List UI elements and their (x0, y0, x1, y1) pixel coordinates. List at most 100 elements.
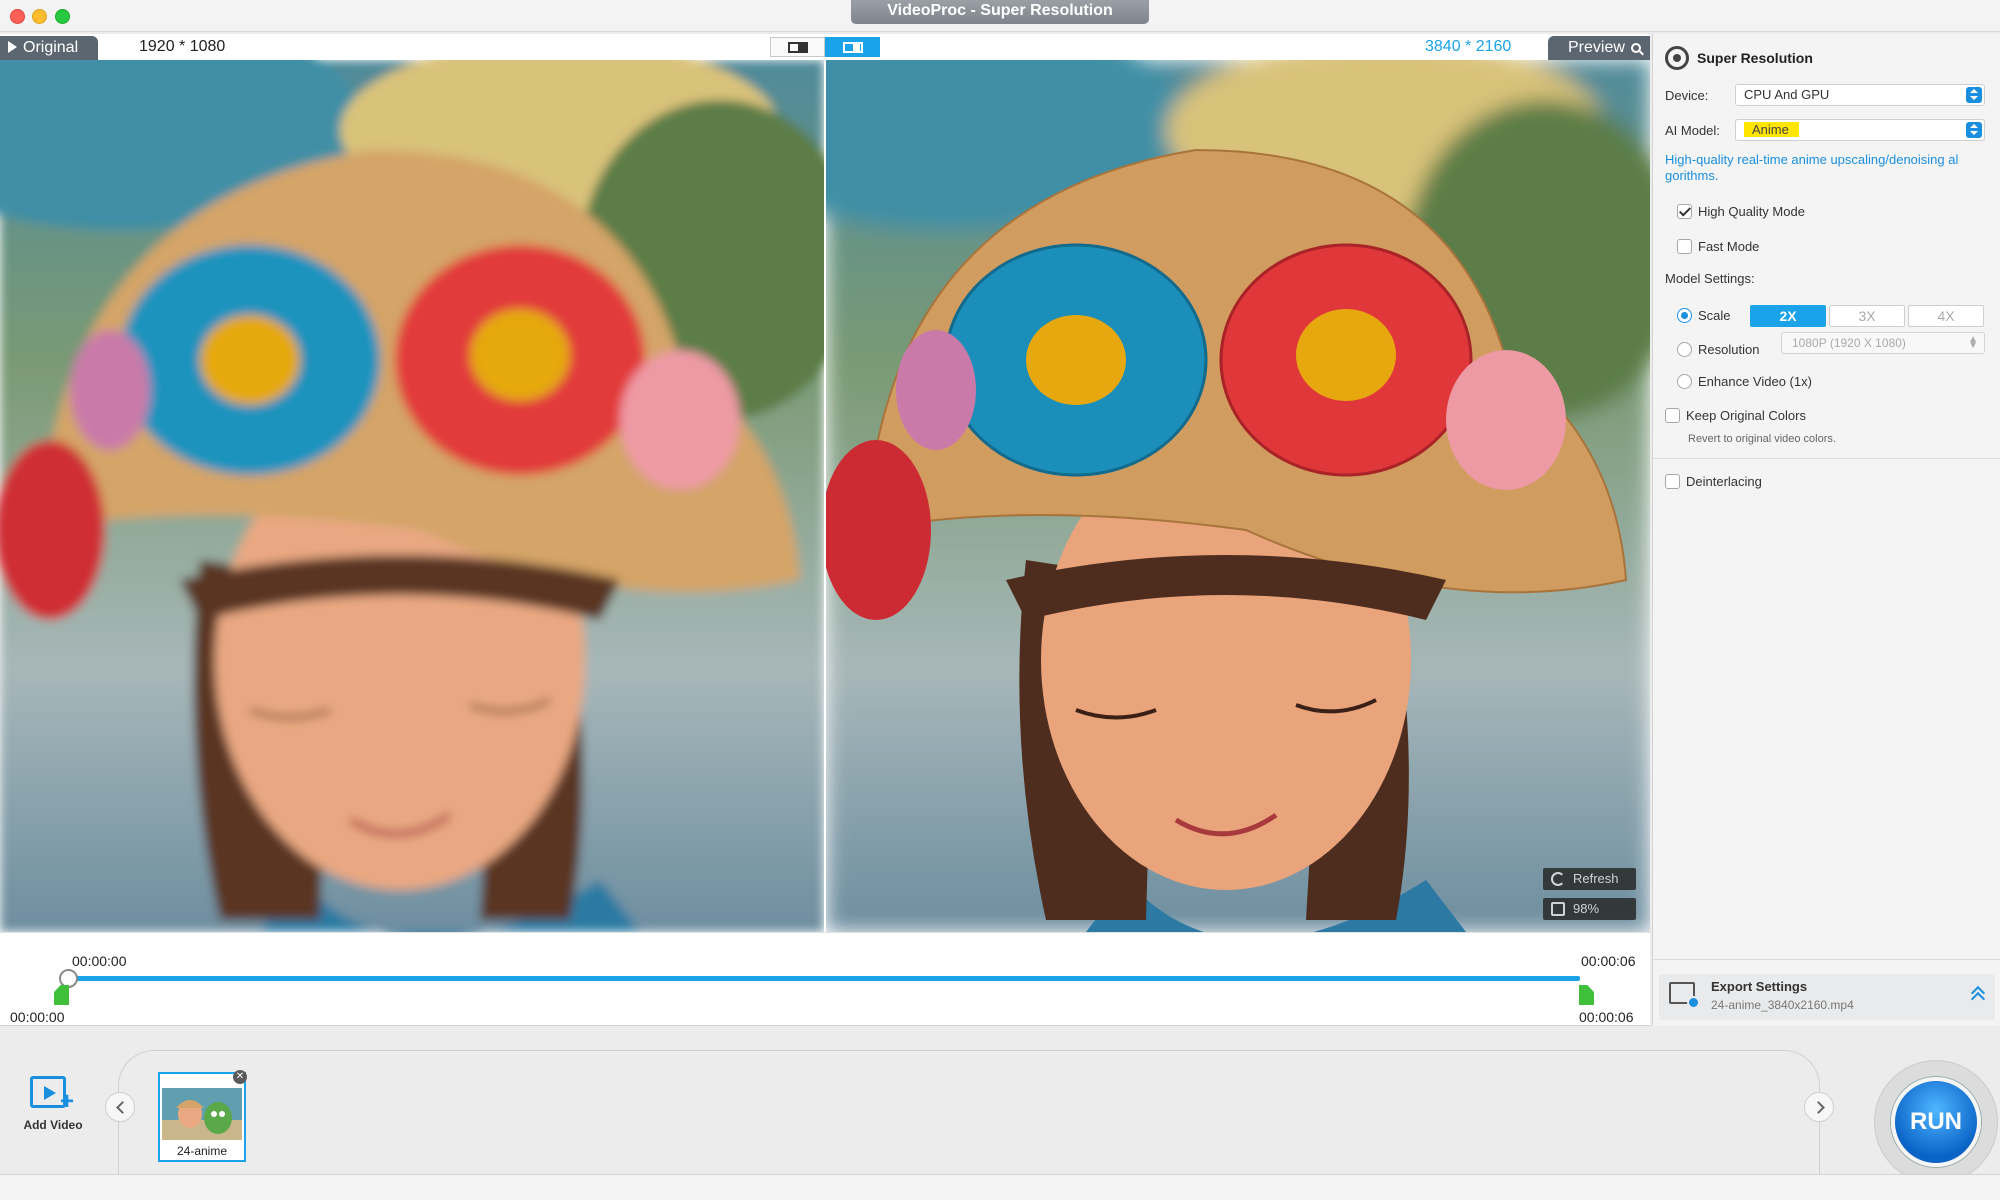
ai-model-label: AI Model: (1665, 123, 1720, 138)
resolution-select[interactable]: 1080P (1920 X 1080) ▲ ▼ (1781, 332, 1985, 354)
add-video-icon: + (30, 1072, 76, 1114)
high-quality-checkbox[interactable] (1677, 204, 1692, 219)
trim-end-time: 00:00:06 (1579, 1009, 1634, 1025)
magnifier-icon (1630, 43, 1641, 53)
view-mode-toggle (770, 37, 880, 57)
run-button-frame: RUN (1874, 1060, 1998, 1184)
clip-thumbnail-image (162, 1088, 242, 1140)
zoom-window-button[interactable] (55, 9, 70, 24)
split-view-button[interactable] (825, 37, 880, 57)
super-resolution-header: Super Resolution (1665, 46, 1813, 70)
trim-end-marker[interactable] (1579, 985, 1594, 1005)
preview-area: Original 1920 * 1080 3840 * 2160 Preview (0, 34, 1650, 932)
scale-option[interactable]: Scale (1677, 308, 1731, 323)
section-title: Super Resolution (1697, 50, 1813, 66)
single-view-button[interactable] (770, 37, 825, 57)
original-frame-image (0, 60, 824, 932)
fast-mode-checkbox[interactable] (1677, 239, 1692, 254)
export-settings-icon (1669, 982, 1700, 1009)
model-description: High-quality real-time anime upscaling/d… (1665, 152, 1959, 183)
keep-colors-note: Revert to original video colors. (1688, 433, 1836, 445)
fast-mode-option[interactable]: Fast Mode (1677, 239, 1759, 254)
separator (1653, 458, 2000, 459)
keep-colors-checkbox[interactable] (1665, 408, 1680, 423)
split-view-icon (842, 41, 863, 53)
high-quality-label: High Quality Mode (1698, 204, 1805, 219)
trim-start-marker[interactable] (54, 985, 69, 1005)
up-down-arrows-icon: ▲ ▼ (1968, 334, 1978, 351)
scroll-left-button[interactable] (105, 1092, 135, 1122)
separator (1653, 959, 2000, 960)
enhance-radio[interactable] (1677, 374, 1692, 389)
zoom-level-button[interactable]: 98% (1543, 898, 1636, 920)
zoom-level: 98% (1573, 901, 1600, 916)
play-icon (8, 41, 17, 53)
window-title: VideoProc - Super Resolution (851, 0, 1149, 24)
remove-clip-icon[interactable]: ✕ (233, 1070, 247, 1084)
export-filename: 24-anime_3840x2160.mp4 (1711, 998, 1854, 1012)
clip-name: 24-anime (176, 1144, 228, 1158)
timeline-track[interactable] (68, 976, 1580, 981)
resolution-value: 1080P (1920 X 1080) (1792, 336, 1906, 350)
end-time-top: 00:00:06 (1581, 953, 1636, 969)
model-settings-label: Model Settings: (1665, 271, 1755, 286)
keep-colors-label: Keep Original Colors (1686, 408, 1806, 423)
enhance-video-option[interactable]: Enhance Video (1x) (1677, 374, 1812, 389)
scale-3x-button[interactable]: 3X (1829, 305, 1905, 327)
ai-model-select[interactable]: Anime (1735, 119, 1985, 141)
scale-4x-button[interactable]: 4X (1908, 305, 1984, 327)
scroll-right-button[interactable] (1804, 1092, 1834, 1122)
original-tab[interactable]: Original (0, 36, 98, 60)
ai-model-value: Anime (1744, 122, 1799, 137)
enhance-label: Enhance Video (1x) (1698, 374, 1812, 389)
film-reel-icon (1665, 46, 1689, 70)
original-tab-label: Original (23, 39, 79, 56)
fast-mode-label: Fast Mode (1698, 239, 1760, 254)
deinterlacing-checkbox[interactable] (1665, 474, 1680, 489)
close-window-button[interactable] (10, 9, 25, 24)
single-view-icon (787, 41, 808, 53)
minimize-window-button[interactable] (32, 9, 47, 24)
resolution-radio[interactable] (1677, 342, 1692, 357)
high-quality-mode-option[interactable]: High Quality Mode (1677, 204, 1805, 219)
resolution-option[interactable]: Resolution (1677, 342, 1759, 357)
clip-thumbnail[interactable]: 24-anime ✕ (158, 1070, 247, 1162)
add-video-button[interactable]: + Add Video (20, 1072, 86, 1132)
resolution-label: Resolution (1698, 342, 1760, 357)
refresh-label: Refresh (1573, 871, 1619, 886)
preview-tab[interactable]: Preview (1548, 36, 1650, 60)
deinterlacing-label: Deinterlacing (1686, 474, 1762, 489)
preview-video-frame (826, 60, 1650, 932)
add-video-label: Add Video (23, 1118, 83, 1132)
deinterlacing-option[interactable]: Deinterlacing (1665, 474, 1762, 489)
current-time: 00:00:00 (72, 953, 127, 969)
original-video-frame (0, 60, 824, 932)
export-title: Export Settings (1711, 979, 1808, 994)
settings-panel: Super Resolution Device: CPU And GPU AI … (1652, 34, 2000, 1174)
run-button[interactable]: RUN (1891, 1077, 1981, 1167)
device-select[interactable]: CPU And GPU (1735, 84, 1985, 106)
timeline: 00:00:00 00:00:06 00:00:00 00:00:06 (0, 932, 1650, 1026)
status-bar (0, 1174, 2000, 1200)
refresh-button[interactable]: Refresh (1543, 868, 1636, 890)
preview-tab-label: Preview (1568, 39, 1625, 56)
device-value: CPU And GPU (1744, 87, 1830, 102)
title-bar: VideoProc - Super Resolution (0, 0, 2000, 32)
view-bar: Original 1920 * 1080 3840 * 2160 Preview (0, 34, 1650, 60)
scale-radio[interactable] (1677, 308, 1692, 323)
scale-2x-button[interactable]: 2X (1750, 305, 1826, 327)
zoom-icon (1551, 902, 1565, 916)
refresh-icon (1551, 872, 1565, 886)
preview-frame-image (826, 60, 1650, 932)
output-resolution: 3840 * 2160 (1425, 38, 1512, 55)
select-arrows-icon (1966, 87, 1982, 103)
app-window: VideoProc - Super Resolution Original 19… (0, 0, 2000, 1200)
trim-start-time: 00:00:00 (10, 1009, 65, 1025)
scale-label: Scale (1698, 308, 1731, 323)
keep-original-colors-option[interactable]: Keep Original Colors (1665, 408, 1806, 423)
double-chevron-up-icon[interactable] (1971, 986, 1985, 1000)
device-label: Device: (1665, 88, 1709, 103)
export-settings-box[interactable]: Export Settings 24-anime_3840x2160.mp4 (1659, 974, 1995, 1020)
original-resolution: 1920 * 1080 (139, 38, 226, 55)
select-arrows-icon (1966, 122, 1982, 138)
